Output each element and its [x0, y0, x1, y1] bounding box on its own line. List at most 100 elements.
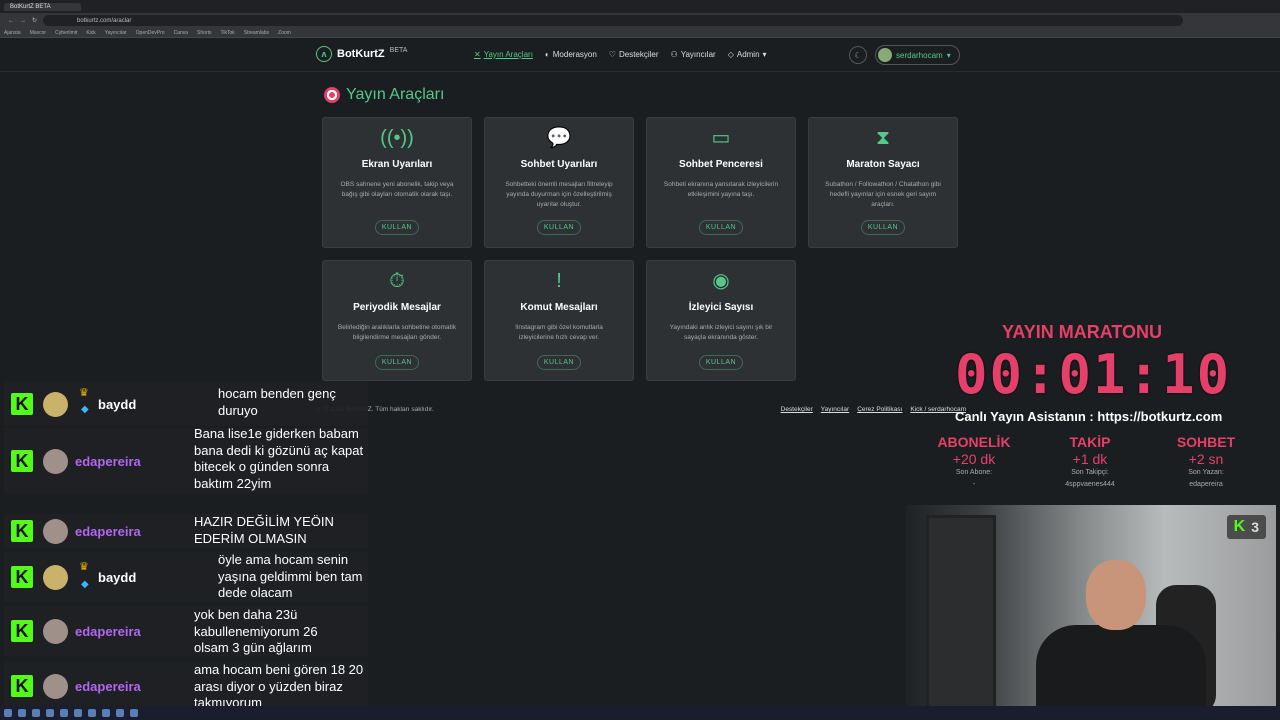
- stat-name: 4sppvaenes444: [1065, 481, 1115, 488]
- cube-badge-icon: ◆: [81, 404, 89, 415]
- nav-right: ☾ serdarhocam ▾: [849, 45, 960, 65]
- bookmark[interactable]: Maxcor: [30, 30, 46, 36]
- nav-link-label: Yayın Araçları: [483, 50, 533, 59]
- footer: ʌ © 2025 BotKurtZ. Tüm hakları saklıdır.…: [316, 406, 966, 413]
- use-button[interactable]: KULLAN: [374, 355, 420, 370]
- marathon-timer: 00:01:10: [955, 343, 1232, 406]
- nav-link-yayin-araclari[interactable]: ✕ Yayın Araçları: [474, 50, 533, 59]
- bookmark[interactable]: OpenDevPro: [136, 30, 165, 36]
- app-icon[interactable]: [130, 709, 138, 717]
- bookmark[interactable]: Streamlabs: [244, 30, 269, 36]
- reload-icon[interactable]: ↻: [32, 17, 37, 24]
- bookmark[interactable]: Cyberlimit: [55, 30, 77, 36]
- use-button[interactable]: KULLAN: [536, 355, 582, 370]
- nav-link-label: Yayıncılar: [680, 50, 716, 59]
- chat-message: K edapereira HAZIR DEĞİLİM YEÖIN EDERİM …: [4, 514, 368, 548]
- app-icon[interactable]: [32, 709, 40, 717]
- avatar: [43, 518, 68, 544]
- chat-username: edapereira: [75, 678, 141, 694]
- users-icon: ⚇: [670, 50, 678, 59]
- nav-links: ✕ Yayın Araçları ◐ Moderasyon ♡ Destekçi…: [474, 50, 767, 59]
- nav-link-admin[interactable]: ◇ Admin ▾: [728, 50, 767, 59]
- use-button[interactable]: KULLAN: [374, 220, 420, 235]
- bookmark[interactable]: Kick: [86, 30, 95, 36]
- nav-link-moderasyon[interactable]: ◐ Moderasyon: [545, 50, 597, 59]
- chat-message: K edapereira Bana lise1e giderken babam …: [4, 426, 368, 494]
- avatar: [43, 618, 68, 644]
- bookmark[interactable]: Yayıncılar: [105, 30, 127, 36]
- eye-icon: ◉: [712, 270, 730, 292]
- app-icon[interactable]: [116, 709, 124, 717]
- browser-tabbar: BotKurtZ BETA: [0, 0, 1280, 13]
- app-icon[interactable]: [46, 709, 54, 717]
- webcam-feed: K 3: [906, 505, 1276, 715]
- chat-username: edapereira: [75, 523, 141, 539]
- stat-value: +1 dk: [1072, 451, 1108, 467]
- card-desc: OBS sahnene yeni abonelik, takip veya ba…: [340, 181, 454, 198]
- page-title: Yayın Araçları: [324, 86, 444, 104]
- shield-check-icon: ◇: [727, 50, 734, 59]
- chat-text: HAZIR DEĞİLİM YEÖIN EDERİM OLMASIN: [194, 514, 334, 546]
- stat-label: SOHBET: [1176, 434, 1236, 450]
- user-menu[interactable]: serdarhocam ▾: [875, 45, 960, 65]
- bookmark[interactable]: Shorts: [197, 30, 211, 36]
- shelf: [926, 515, 996, 715]
- card-title: Sohbet Penceresi: [679, 159, 763, 170]
- app-icon[interactable]: [60, 709, 68, 717]
- person-body: [1036, 625, 1206, 715]
- avatar: [43, 673, 68, 699]
- card-title: Ekran Uyarıları: [361, 159, 433, 170]
- chat-message: K ♛ ◆ baydd öyle ama hocam senin yaşına …: [4, 552, 368, 602]
- stat-sub: Son Abone:: [955, 469, 993, 476]
- stat-sohbet: SOHBET +2 sn Son Yazan: edapereira: [1151, 434, 1261, 488]
- card-title: İzleyici Sayısı: [688, 302, 754, 313]
- stat-name: edapereira: [1189, 481, 1223, 488]
- tool-card-maraton-sayaci: ⧗ Maraton Sayacı Subathon / Followathon …: [808, 117, 958, 248]
- chat-text: hocam benden genç duruyo: [218, 386, 336, 418]
- use-button[interactable]: KULLAN: [698, 220, 744, 235]
- use-button[interactable]: KULLAN: [860, 220, 906, 235]
- stat-value: +20 dk: [952, 451, 996, 467]
- card-desc: !instagram gibi özel komutlarla izleyici…: [515, 324, 603, 341]
- user-name: serdarhocam: [896, 50, 943, 60]
- footer-link[interactable]: Destekçiler: [781, 406, 813, 413]
- beta-badge: BETA: [389, 46, 408, 54]
- app-icon[interactable]: [102, 709, 110, 717]
- nav-link-yayincilar[interactable]: ⚇ Yayıncılar: [671, 50, 716, 59]
- bookmark[interactable]: Canva: [174, 30, 188, 36]
- footer-link[interactable]: Çerez Politikası: [857, 406, 902, 413]
- bookmark[interactable]: TikTok: [220, 30, 234, 36]
- search-icon[interactable]: [18, 709, 26, 717]
- crown-icon: ♛: [79, 561, 89, 573]
- card-title: Sohbet Uyarıları: [520, 159, 598, 170]
- theme-toggle-button[interactable]: ☾: [849, 46, 867, 64]
- bookmark[interactable]: Zoom: [278, 30, 291, 36]
- chat-message: K ♛ ◆ baydd hocam benden genç duruyo: [4, 382, 368, 426]
- card-desc: Subathon / Followathon / Chatathon gibi …: [825, 181, 941, 208]
- bookmark[interactable]: Ajansta: [4, 30, 21, 36]
- use-button[interactable]: KULLAN: [698, 355, 744, 370]
- back-icon[interactable]: ←: [8, 18, 14, 24]
- brand[interactable]: ʌ BotKurtZ BETA: [316, 46, 407, 62]
- stat-label: TAKİP: [1069, 434, 1111, 450]
- windows-start-icon[interactable]: [4, 709, 12, 717]
- app-icon[interactable]: [74, 709, 82, 717]
- stat-sub: Son Yazan:: [1188, 469, 1224, 476]
- app-icon[interactable]: [88, 709, 96, 717]
- viewer-count: 3: [1251, 519, 1259, 535]
- tool-card-izleyici-sayisi: ◉ İzleyici Sayısı Yayındaki anlık izleyi…: [646, 260, 796, 381]
- stat-sub: Son Takipçi:: [1071, 469, 1109, 476]
- nav-link-destekciler[interactable]: ♡ Destekçiler: [609, 50, 659, 59]
- moon-icon: ☾: [854, 50, 862, 60]
- card-title: Komut Mesajları: [520, 302, 598, 313]
- browser-tab[interactable]: BotKurtZ BETA: [4, 2, 81, 11]
- footer-link[interactable]: Yayıncılar: [821, 406, 849, 413]
- forward-icon[interactable]: →: [20, 18, 26, 24]
- use-button[interactable]: KULLAN: [536, 220, 582, 235]
- address-bar[interactable]: botkurtz.com/araclar: [43, 15, 1184, 26]
- tool-card-ekran-uyarilari: ((•)) Ekran Uyarıları OBS sahnene yeni a…: [322, 117, 472, 248]
- avatar: [43, 564, 68, 590]
- card-desc: Sohbetteki önemli mesajları filtreleyip …: [505, 181, 613, 208]
- assistant-banner: Canlı Yayın Asistanın : https://botkurtz…: [955, 409, 1223, 424]
- tool-card-sohbet-uyarilari: 💬 Sohbet Uyarıları Sohbetteki önemli mes…: [484, 117, 634, 248]
